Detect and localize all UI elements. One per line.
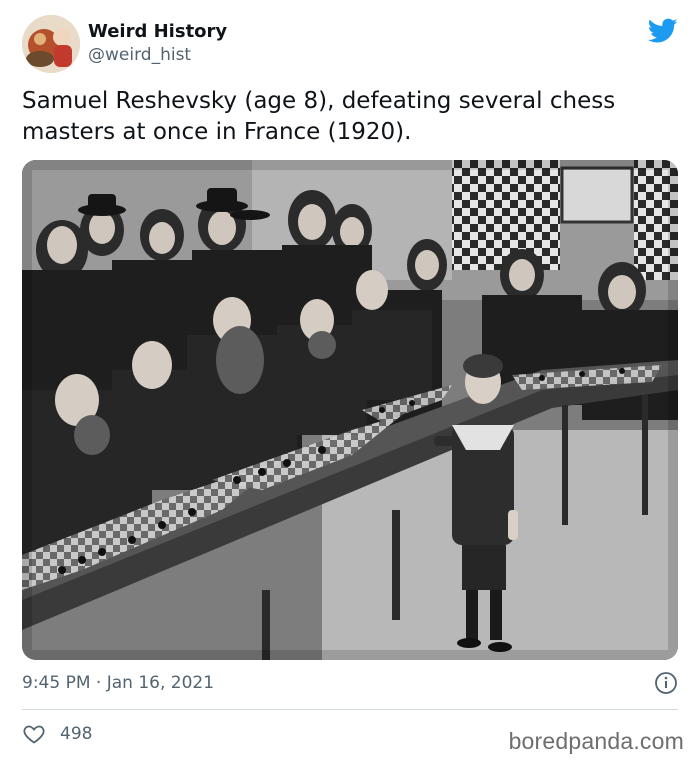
info-icon[interactable] [654, 671, 678, 695]
chess-exhibition-photo [22, 160, 678, 660]
author-avatar[interactable] [22, 15, 80, 73]
tweet-photo[interactable] [22, 160, 678, 660]
author-display-name[interactable]: Weird History [88, 20, 227, 44]
heart-icon[interactable] [22, 722, 46, 746]
tweet-card: Weird History @weird_hist Samuel Reshevs… [0, 0, 700, 764]
divider [22, 709, 678, 710]
like-count: 498 [60, 724, 93, 744]
like-action[interactable]: 498 [22, 722, 92, 746]
tweet-timestamp[interactable]: 9:45 PM · Jan 16, 2021 [22, 672, 214, 694]
avatar-image [22, 15, 80, 73]
source-watermark: boredpanda.com [508, 728, 684, 754]
author-info: Weird History @weird_hist [88, 20, 227, 66]
twitter-bird-icon[interactable] [648, 18, 678, 44]
author-handle[interactable]: @weird_hist [88, 44, 227, 66]
tweet-text: Samuel Reshevsky (age 8), defeating seve… [22, 88, 616, 145]
